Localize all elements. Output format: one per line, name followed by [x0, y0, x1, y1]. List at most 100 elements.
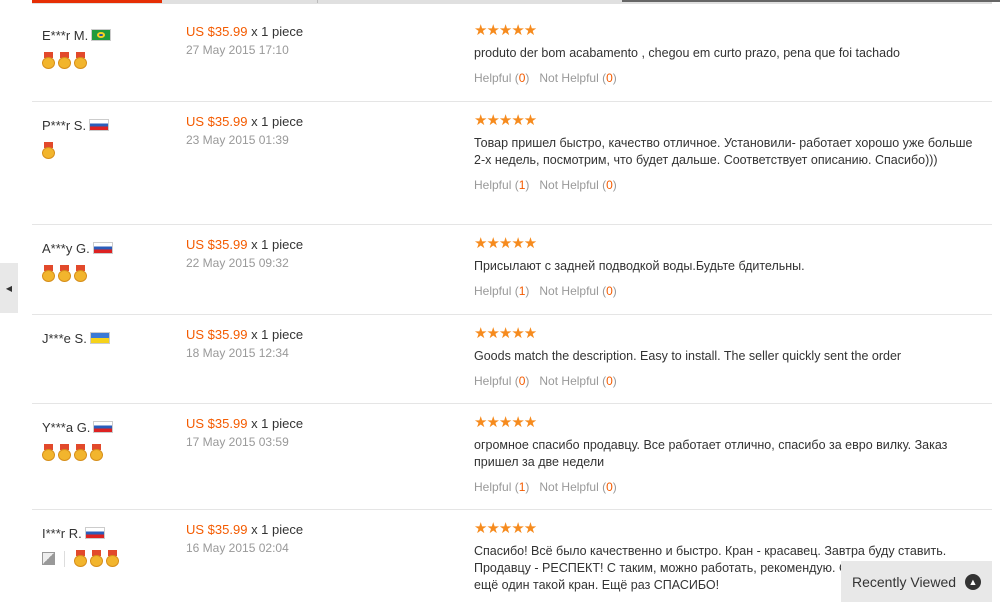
country-flag-icon — [92, 242, 113, 254]
buyer-name-line: J***e S. — [42, 330, 182, 346]
order-date: 16 May 2015 02:04 — [186, 541, 289, 555]
order-price-line: US $35.99 x 1 piece — [186, 522, 446, 537]
medal-coin — [42, 147, 55, 159]
not-helpful-label: Not Helpful — [539, 284, 599, 298]
order-date: 27 May 2015 17:10 — [186, 43, 289, 57]
medal-icon — [74, 52, 87, 69]
buyer-name-line: I***r R. — [42, 525, 182, 541]
helpful-button[interactable]: Helpful (1) — [474, 480, 529, 494]
medal-icon — [74, 550, 87, 567]
buyer-name: I***r R. — [42, 525, 82, 541]
buyer-level-medals — [42, 52, 182, 69]
chevron-up-icon: ▲ — [965, 574, 981, 590]
medal-icon — [58, 444, 71, 461]
order-info: US $35.99 x 1 piece 22 May 2015 09:32 — [186, 237, 446, 270]
star-rating: ★★★★★ — [474, 112, 537, 129]
country-flag-icon — [84, 527, 105, 539]
star-rating: ★★★★★ — [474, 414, 537, 431]
medal-coin — [58, 449, 71, 461]
order-price: US $35.99 — [186, 416, 248, 431]
medal-coin — [90, 555, 103, 567]
review-comment: Присылают с задней подводкой воды.Будьте… — [474, 259, 805, 273]
review-content: ★★★★★ огромное спасибо продавцу. Все рабо… — [474, 414, 984, 494]
buyer-name: A***y G. — [42, 240, 90, 256]
not-helpful-label: Not Helpful — [539, 480, 599, 494]
helpful-count: 1 — [518, 178, 526, 192]
not-helpful-button[interactable]: Not Helpful (0) — [539, 480, 616, 494]
order-price-line: US $35.99 x 1 piece — [186, 327, 446, 342]
review-content: ★★★★★ Товар пришел быстро, качество отлич… — [474, 112, 984, 192]
buyer-info: I***r R. — [42, 525, 182, 567]
country-flag-icon — [93, 421, 114, 433]
helpful-label: Helpful — [474, 71, 512, 85]
country-flag-icon — [89, 119, 110, 131]
medal-icon — [58, 265, 71, 282]
not-helpful-button[interactable]: Not Helpful (0) — [539, 284, 616, 298]
buyer-name: E***r M. — [42, 27, 89, 43]
helpful-votes: Helpful (1) Not Helpful (0) — [474, 284, 984, 298]
medal-icon — [42, 444, 55, 461]
helpful-button[interactable]: Helpful (1) — [474, 178, 529, 192]
medal-icon — [42, 142, 55, 159]
order-info: US $35.99 x 1 piece 23 May 2015 01:39 — [186, 114, 446, 147]
order-price-line: US $35.99 x 1 piece — [186, 416, 446, 431]
medal-coin — [58, 57, 71, 69]
star-rating: ★★★★★ — [474, 235, 537, 252]
order-price: US $35.99 — [186, 237, 248, 252]
not-helpful-label: Not Helpful — [539, 178, 599, 192]
order-info: US $35.99 x 1 piece 27 May 2015 17:10 — [186, 24, 446, 57]
order-price: US $35.99 — [186, 114, 248, 129]
helpful-votes: Helpful (0) Not Helpful (0) — [474, 374, 984, 388]
not-helpful-count: 0 — [606, 480, 613, 494]
helpful-button[interactable]: Helpful (0) — [474, 374, 529, 388]
order-info: US $35.99 x 1 piece 16 May 2015 02:04 — [186, 522, 446, 555]
not-helpful-label: Not Helpful — [539, 71, 599, 85]
helpful-votes: Helpful (1) Not Helpful (0) — [474, 480, 984, 494]
order-quantity: x 1 piece — [251, 327, 304, 342]
country-flag-icon — [91, 29, 112, 41]
not-helpful-button[interactable]: Not Helpful (0) — [539, 374, 616, 388]
buyer-name: J***e S. — [42, 330, 87, 346]
buyer-name-line: P***r S. — [42, 117, 182, 133]
not-helpful-button[interactable]: Not Helpful (0) — [539, 71, 616, 85]
medal-icon — [74, 265, 87, 282]
feedback-row: E***r M. US $35.99 x 1 piece 27 May 2015 1… — [32, 12, 992, 102]
order-quantity: x 1 piece — [251, 114, 304, 129]
chevron-left-icon: ◀ — [5, 283, 13, 293]
star-rating: ★★★★★ — [474, 22, 537, 39]
buyer-level-medals — [42, 142, 182, 159]
recently-viewed-label: Recently Viewed — [852, 573, 957, 590]
order-quantity: x 1 piece — [251, 416, 304, 431]
not-helpful-button[interactable]: Not Helpful (0) — [539, 178, 616, 192]
not-helpful-count: 0 — [606, 374, 613, 388]
recently-viewed-button[interactable]: Recently Viewed ▲ — [841, 561, 992, 602]
photo-icon[interactable] — [42, 552, 55, 565]
buyer-level-medals — [42, 550, 182, 567]
medal-coin — [42, 57, 55, 69]
review-content: ★★★★★ Присылают с задней подводкой воды.Б… — [474, 235, 984, 298]
side-collapse-button[interactable]: ◀ — [0, 263, 18, 313]
divider — [64, 550, 65, 567]
helpful-button[interactable]: Helpful (1) — [474, 284, 529, 298]
feedback-list: E***r M. US $35.99 x 1 piece 27 May 2015 1… — [32, 12, 992, 602]
feedback-row: J***e S. US $35.99 x 1 piece 18 May 2015 1… — [32, 315, 992, 404]
helpful-count: 1 — [518, 284, 526, 298]
order-price-line: US $35.99 x 1 piece — [186, 237, 446, 252]
buyer-info: Y***a G. — [42, 419, 182, 461]
review-content: ★★★★★ Goods match the description. Easy t… — [474, 326, 984, 388]
helpful-votes: Helpful (1) Not Helpful (0) — [474, 178, 984, 192]
buyer-info: E***r M. — [42, 27, 182, 69]
medal-icon — [90, 444, 103, 461]
buyer-info: J***e S. — [42, 330, 182, 346]
medal-coin — [74, 270, 87, 282]
helpful-button[interactable]: Helpful (0) — [474, 71, 529, 85]
review-comment: Товар пришел быстро, качество отличное. … — [474, 136, 973, 167]
review-comment: produto der bom acabamento , chegou em c… — [474, 46, 900, 60]
not-helpful-count: 0 — [606, 284, 613, 298]
medal-icon — [90, 550, 103, 567]
order-quantity: x 1 piece — [251, 237, 304, 252]
helpful-label: Helpful — [474, 178, 512, 192]
medal-coin — [58, 270, 71, 282]
medal-icon — [106, 550, 119, 567]
order-date: 23 May 2015 01:39 — [186, 133, 289, 147]
